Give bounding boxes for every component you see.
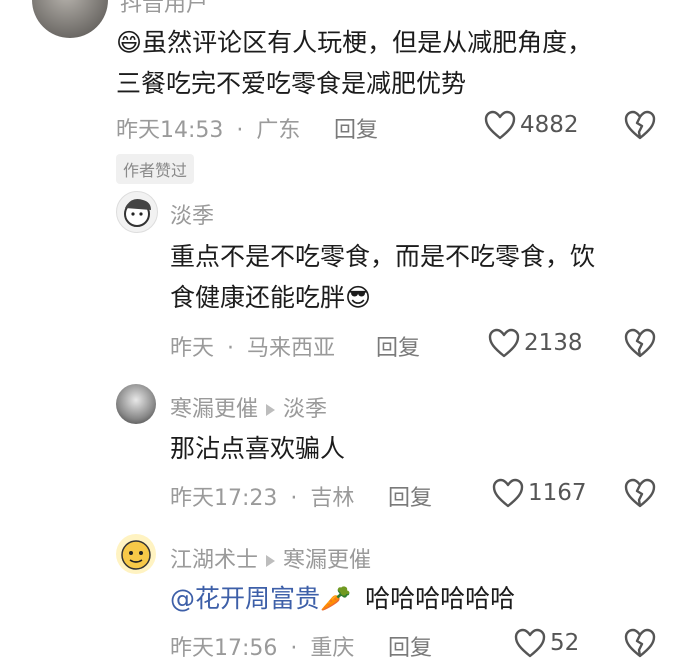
like-heart-icon[interactable] <box>514 628 546 658</box>
avatar[interactable] <box>116 384 156 424</box>
carrot-emoji: 🥕 <box>320 584 352 613</box>
reply-arrow-icon <box>266 555 276 567</box>
username[interactable]: 寒漏更催 <box>170 397 258 422</box>
avatar[interactable] <box>116 191 158 233</box>
mention-link[interactable]: @花开周富贵 <box>170 584 320 613</box>
comment-text: @花开周富贵🥕 哈哈哈哈哈哈 <box>170 584 516 613</box>
dislike-broken-heart-icon[interactable] <box>624 110 656 140</box>
dislike-broken-heart-icon[interactable] <box>624 628 656 658</box>
comment-meta: 昨天14:53 · 广东 <box>116 118 301 143</box>
comment-text: 重点不是不吃零食，而是不吃零食，饮 食健康还能吃胖😎 <box>170 242 596 312</box>
like-heart-icon[interactable] <box>488 328 520 358</box>
comment-text: 😄虽然评论区有人玩梗，但是从减肥角度， 三餐吃完不爱吃零食是减肥优势 <box>116 28 593 98</box>
reply-button[interactable]: 回复 <box>376 330 420 362</box>
username-cut[interactable]: 抖音用户 <box>120 0 208 18</box>
like-count: 2138 <box>524 330 583 356</box>
like-heart-icon[interactable] <box>492 478 524 508</box>
reply-button[interactable]: 回复 <box>388 480 432 512</box>
username-row: 寒漏更催 淡季 <box>170 391 327 423</box>
grin-emoji: 😄 <box>116 28 143 57</box>
reply-to-username[interactable]: 寒漏更催 <box>283 548 371 573</box>
username-row: 江湖术士 寒漏更催 <box>170 542 371 574</box>
comment-text: 那沾点喜欢骗人 <box>170 434 346 463</box>
avatar[interactable] <box>116 534 156 574</box>
username[interactable]: 淡季 <box>170 198 214 230</box>
dislike-broken-heart-icon[interactable] <box>624 328 656 358</box>
comment-meta: 昨天17:56 · 重庆 <box>170 636 355 661</box>
sunglasses-emoji: 😎 <box>345 283 372 312</box>
like-heart-icon[interactable] <box>484 110 516 140</box>
reply-button[interactable]: 回复 <box>334 112 378 144</box>
avatar[interactable] <box>32 0 108 38</box>
like-count: 52 <box>550 630 580 656</box>
dislike-broken-heart-icon[interactable] <box>624 478 656 508</box>
like-count: 1167 <box>528 480 587 506</box>
author-liked-badge: 作者赞过 <box>116 154 195 184</box>
username[interactable]: 江湖术士 <box>170 548 258 573</box>
reply-to-username[interactable]: 淡季 <box>283 397 327 422</box>
reply-button[interactable]: 回复 <box>388 630 432 662</box>
comment-meta: 昨天17:23 · 吉林 <box>170 486 355 511</box>
reply-arrow-icon <box>266 404 276 416</box>
comment-meta: 昨天 · 马来西亚 <box>170 336 336 361</box>
like-count: 4882 <box>520 112 579 138</box>
